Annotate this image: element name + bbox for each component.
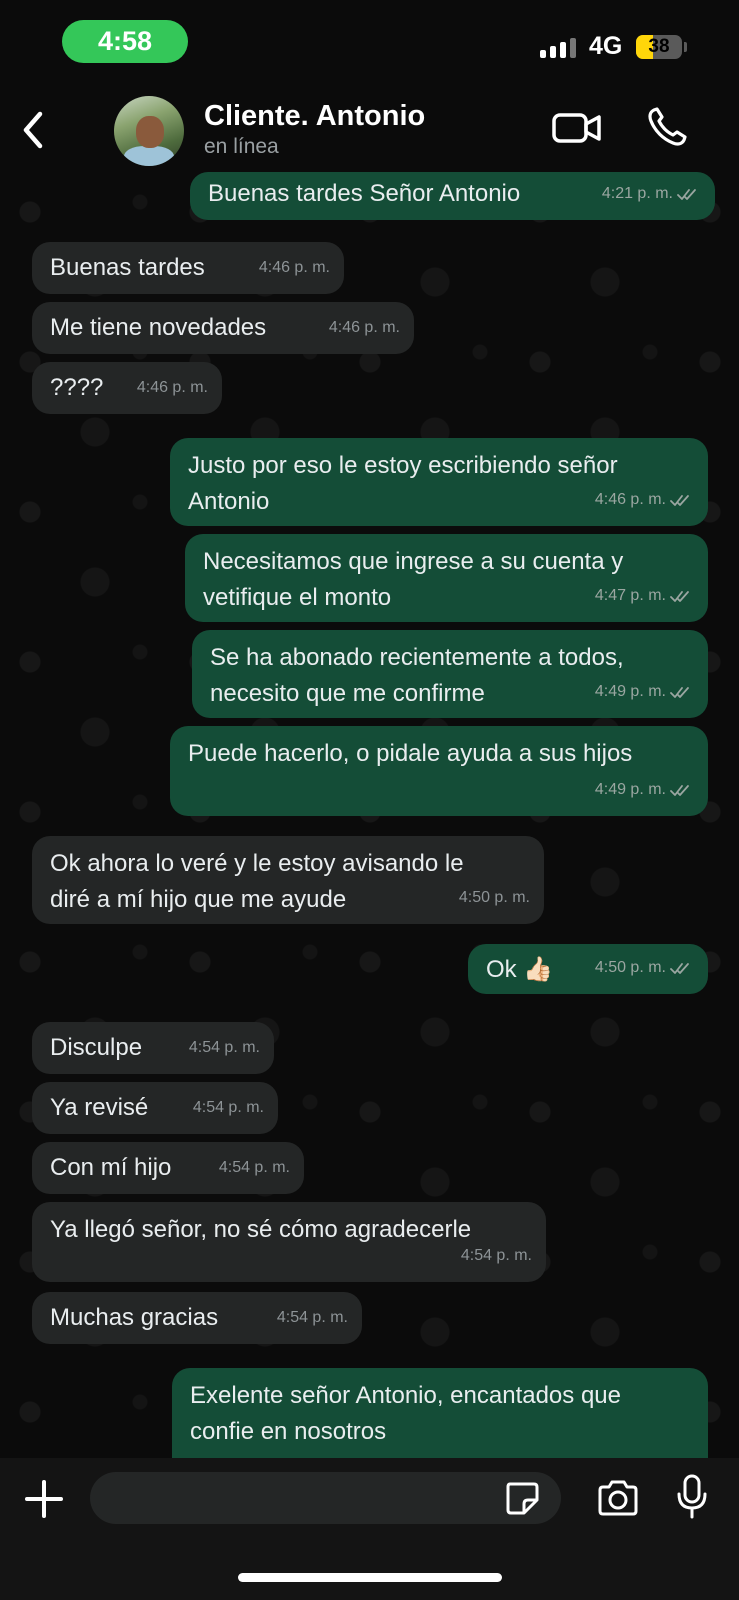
message-meta: 4:46 p. m. (259, 250, 330, 286)
message-time: 4:49 p. m. (594, 781, 666, 798)
battery-icon: 38 (636, 35, 682, 59)
message-time: 4:54 p. m. (188, 1039, 260, 1056)
contact-status: en línea (204, 135, 279, 158)
message-meta: 4:54 p. m. (193, 1090, 264, 1126)
double-check-icon (677, 189, 696, 200)
message-time: 4:46 p. m. (328, 319, 400, 336)
message-text: confie en nosotros (190, 1418, 387, 1445)
message-text: Ok ahora lo veré y le estoy avisando le (50, 850, 464, 877)
message-meta: 4:46 p. m. (595, 482, 694, 518)
message-incoming[interactable]: Ya revisé 4:54 p. m. (32, 1082, 278, 1134)
message-incoming[interactable]: Disculpe 4:54 p. m. (32, 1022, 274, 1074)
message-outgoing[interactable]: Justo por eso le estoy escribiendo señor… (170, 438, 708, 526)
double-check-icon (670, 687, 689, 698)
chat-header: Cliente. Antonio en línea (0, 88, 739, 172)
message-meta: 4:54 p. m. (219, 1150, 290, 1186)
video-call-icon[interactable] (552, 110, 602, 146)
microphone-icon[interactable] (676, 1474, 708, 1520)
message-time: 4:54 p. m. (276, 1309, 348, 1326)
message-meta: 4:46 p. m. (329, 310, 400, 346)
message-time: 4:46 p. m. (594, 491, 666, 508)
message-text: Necesitamos que ingrese a su cuenta y (203, 548, 624, 575)
message-meta: 4:49 p. m. (595, 772, 694, 808)
battery-level: 38 (648, 36, 670, 57)
message-outgoing[interactable]: Exelente señor Antonio, encantados que co… (172, 1368, 708, 1458)
message-time: 4:54 p. m. (192, 1099, 264, 1116)
double-check-icon (670, 591, 689, 602)
chat-messages[interactable]: Buenas tardes Señor Antonio 4:21 p. m. Bue… (0, 172, 739, 1458)
message-outgoing[interactable]: Necesitamos que ingrese a su cuenta y vet… (185, 534, 708, 622)
message-time: 4:21 p. m. (601, 185, 673, 202)
phone-call-icon[interactable] (646, 106, 688, 148)
message-incoming[interactable]: Con mí hijo 4:54 p. m. (32, 1142, 304, 1194)
double-check-icon (670, 963, 689, 974)
message-meta: 4:49 p. m. (595, 674, 694, 710)
camera-icon[interactable] (596, 1480, 640, 1516)
message-incoming[interactable]: Me tiene novedades 4:46 p. m. (32, 302, 414, 354)
message-meta: 4:54 p. m. (277, 1300, 348, 1336)
message-text: Se ha abonado recientemente a todos, (210, 644, 624, 671)
message-time: 4:50 p. m. (458, 889, 530, 906)
message-outgoing[interactable]: Ok 👍🏻 4:50 p. m. (468, 944, 708, 994)
message-incoming[interactable]: Buenas tardes 4:46 p. m. (32, 242, 344, 294)
message-meta: 4:21 p. m. (602, 176, 701, 212)
home-indicator (238, 1573, 502, 1582)
status-bar: 4:58 4G 38 (0, 0, 739, 88)
sticker-icon[interactable] (504, 1480, 540, 1516)
message-meta: 4:54 p. m. (461, 1238, 532, 1274)
signal-strength-icon (540, 38, 576, 58)
message-text: Puede hacerlo, o pidale ayuda a sus hijo… (188, 740, 633, 767)
message-outgoing[interactable]: Buenas tardes Señor Antonio 4:21 p. m. (190, 172, 715, 220)
message-incoming[interactable]: Muchas gracias 4:54 p. m. (32, 1292, 362, 1344)
double-check-icon (670, 785, 689, 796)
message-time: 4:49 p. m. (594, 683, 666, 700)
message-text: Justo por eso le estoy escribiendo señor (188, 452, 618, 479)
contact-name[interactable]: Cliente. Antonio (204, 100, 425, 133)
message-incoming[interactable]: Ya llegó señor, no sé cómo agradecerle 4:… (32, 1202, 546, 1282)
status-time: 4:58 (62, 20, 188, 63)
message-time: 4:54 p. m. (218, 1159, 290, 1176)
message-meta: 4:50 p. m. (595, 950, 694, 986)
message-meta: 4:50 p. m. (459, 880, 530, 916)
message-time: 4:46 p. m. (258, 259, 330, 276)
message-outgoing[interactable]: Puede hacerlo, o pidale ayuda a sus hijo… (170, 726, 708, 816)
message-incoming[interactable]: ???? 4:46 p. m. (32, 362, 222, 414)
message-time: 4:50 p. m. (594, 959, 666, 976)
message-input[interactable] (90, 1472, 561, 1524)
message-time: 4:54 p. m. (460, 1247, 532, 1264)
battery-tip (684, 42, 687, 52)
message-time: 4:46 p. m. (136, 379, 208, 396)
message-text: Exelente señor Antonio, encantados que (190, 1382, 621, 1409)
network-type: 4G (589, 32, 623, 60)
message-text: Ya llegó señor, no sé cómo agradecerle (50, 1216, 472, 1243)
message-meta: 4:47 p. m. (595, 578, 694, 614)
message-time: 4:47 p. m. (594, 587, 666, 604)
avatar[interactable] (114, 96, 184, 166)
message-outgoing[interactable]: Se ha abonado recientemente a todos, nece… (192, 630, 708, 718)
chevron-left-icon[interactable] (18, 108, 48, 152)
message-meta: 4:46 p. m. (137, 370, 208, 406)
plus-icon[interactable] (25, 1480, 63, 1518)
double-check-icon (670, 495, 689, 506)
message-meta: 4:54 p. m. (189, 1030, 260, 1066)
message-incoming[interactable]: Ok ahora lo veré y le estoy avisando le d… (32, 836, 544, 924)
